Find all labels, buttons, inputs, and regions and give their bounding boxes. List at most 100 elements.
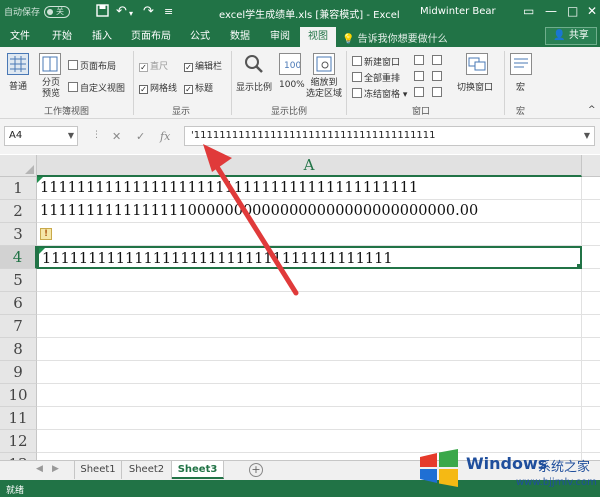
page-break-preview-button[interactable]: 分页 预览 [42, 78, 60, 100]
switch-windows-icon[interactable] [466, 53, 488, 75]
cell[interactable] [582, 246, 600, 269]
sheet-tab-3[interactable]: Sheet3 [172, 461, 224, 479]
share-button[interactable]: 👤 共享 [545, 27, 597, 45]
cell[interactable]: 1111111111111111000000000000000000000000… [37, 200, 582, 223]
tab-formulas[interactable]: 公式 [182, 29, 218, 47]
zoom-selection-icon[interactable] [313, 53, 335, 75]
row-header[interactable]: 12 [0, 430, 37, 453]
tab-review[interactable]: 审阅 [262, 29, 298, 47]
tab-insert[interactable]: 插入 [84, 29, 120, 47]
row-header[interactable]: 1 [0, 177, 37, 200]
add-sheet-icon[interactable]: + [249, 463, 263, 477]
split-button[interactable] [414, 55, 426, 67]
row-header[interactable]: 11 [0, 407, 37, 430]
next-sheet-icon[interactable]: ▶ [52, 464, 59, 474]
row-header[interactable]: 6 [0, 292, 37, 315]
formula-bar-checkbox[interactable]: 编辑栏 [184, 59, 222, 72]
cell[interactable] [582, 177, 600, 200]
cell[interactable] [37, 384, 582, 407]
gridlines-checkbox[interactable]: 网格线 [139, 81, 177, 94]
row-header[interactable]: 5 [0, 269, 37, 292]
row-header[interactable]: 8 [0, 338, 37, 361]
autosave-toggle[interactable] [44, 5, 71, 18]
select-all-button[interactable] [0, 155, 37, 177]
row-header[interactable]: 10 [0, 384, 37, 407]
user-name[interactable]: Midwinter Bear [420, 6, 496, 17]
zoom-selection-button[interactable]: 缩放到 选定区域 [306, 78, 342, 100]
customize-toolbar-icon[interactable]: ≡ [164, 4, 173, 19]
row-header[interactable]: 2 [0, 200, 37, 223]
page-layout-button[interactable]: 页面布局 [68, 59, 116, 72]
row-header[interactable]: 3 [0, 223, 37, 246]
cell[interactable]: 1111111111111111111111111111111111111111… [37, 177, 582, 200]
cell[interactable] [37, 407, 582, 430]
cell[interactable] [582, 223, 600, 246]
zoom-100-icon[interactable]: 100 [279, 53, 301, 75]
tab-data[interactable]: 数据 [222, 29, 258, 47]
prev-sheet-icon[interactable]: ◀ [36, 464, 43, 474]
view-side-by-side-button[interactable] [432, 55, 444, 67]
undo-dropdown-icon[interactable]: ▾ [129, 6, 133, 21]
switch-windows-button[interactable]: 切换窗口 [457, 80, 493, 93]
minimize-icon[interactable]: — [545, 3, 557, 19]
collapse-ribbon-icon[interactable]: ^ [588, 105, 596, 115]
save-icon[interactable] [96, 4, 109, 21]
column-header-b[interactable] [582, 155, 600, 177]
cell[interactable] [582, 361, 600, 384]
cell[interactable] [582, 407, 600, 430]
freeze-panes-button[interactable]: 冻结窗格 ▾ [352, 87, 407, 100]
ribbon-display-icon[interactable]: ▭ [523, 3, 534, 19]
cancel-icon[interactable]: ✕ [112, 130, 121, 143]
zoom-button[interactable]: 显示比例 [236, 80, 272, 93]
cell[interactable] [582, 292, 600, 315]
cell[interactable] [582, 384, 600, 407]
expand-formula-icon[interactable]: ▼ [584, 127, 590, 145]
autosave[interactable]: 自动保存 关 [4, 5, 71, 18]
column-header-a[interactable]: A [37, 155, 582, 177]
row-header[interactable]: 7 [0, 315, 37, 338]
cell[interactable] [582, 269, 600, 292]
active-cell[interactable]: 11111111111111111111111111111111111111 [37, 246, 582, 269]
insert-function-icon[interactable]: fx [160, 130, 170, 143]
normal-view-button[interactable]: 普通 [9, 79, 27, 92]
cell[interactable] [582, 338, 600, 361]
normal-view-icon[interactable] [7, 53, 29, 75]
tab-file[interactable]: 文件 [4, 29, 36, 47]
page-break-preview-icon[interactable] [39, 53, 61, 75]
redo-icon[interactable]: ↷ [143, 4, 154, 19]
tab-page-layout[interactable]: 页面布局 [124, 29, 178, 47]
cell[interactable] [37, 315, 582, 338]
restore-icon[interactable]: □ [567, 3, 578, 19]
cell[interactable] [37, 361, 582, 384]
unhide-button[interactable] [414, 87, 426, 99]
custom-views-button[interactable]: 自定义视图 [68, 81, 125, 94]
cell[interactable] [37, 338, 582, 361]
row-header[interactable]: 4 [0, 246, 37, 269]
sheet-tab-1[interactable]: Sheet1 [74, 461, 122, 479]
new-window-button[interactable]: 新建窗口 [352, 55, 400, 68]
row-header[interactable]: 9 [0, 361, 37, 384]
cell[interactable] [37, 269, 582, 292]
close-icon[interactable]: ✕ [587, 3, 597, 19]
cell[interactable] [582, 315, 600, 338]
macros-button[interactable]: 宏 [516, 80, 525, 93]
reset-position-button[interactable] [432, 87, 444, 99]
cell[interactable] [582, 200, 600, 223]
enter-icon[interactable]: ✓ [136, 130, 145, 143]
zoom-icon[interactable] [243, 53, 265, 75]
undo-icon[interactable]: ↶ [116, 4, 127, 19]
headings-checkbox[interactable]: 标题 [184, 81, 213, 94]
cell[interactable] [37, 223, 582, 246]
tab-view[interactable]: 视图 [300, 27, 336, 47]
name-box[interactable]: A4 ▼ [4, 126, 78, 146]
macros-icon[interactable] [510, 53, 532, 75]
tab-home[interactable]: 开始 [44, 29, 80, 47]
tell-me-box[interactable]: 💡 告诉我你想要做什么 [342, 30, 448, 45]
hide-button[interactable] [414, 71, 426, 83]
formula-input[interactable]: '11111111111111111111111111111111111111 … [184, 126, 595, 146]
sync-scroll-button[interactable] [432, 71, 444, 83]
zoom-100-button[interactable]: 100% [279, 80, 305, 90]
arrange-all-button[interactable]: 全部重排 [352, 71, 400, 84]
warning-icon[interactable]: ! [40, 228, 52, 240]
cell[interactable] [37, 292, 582, 315]
